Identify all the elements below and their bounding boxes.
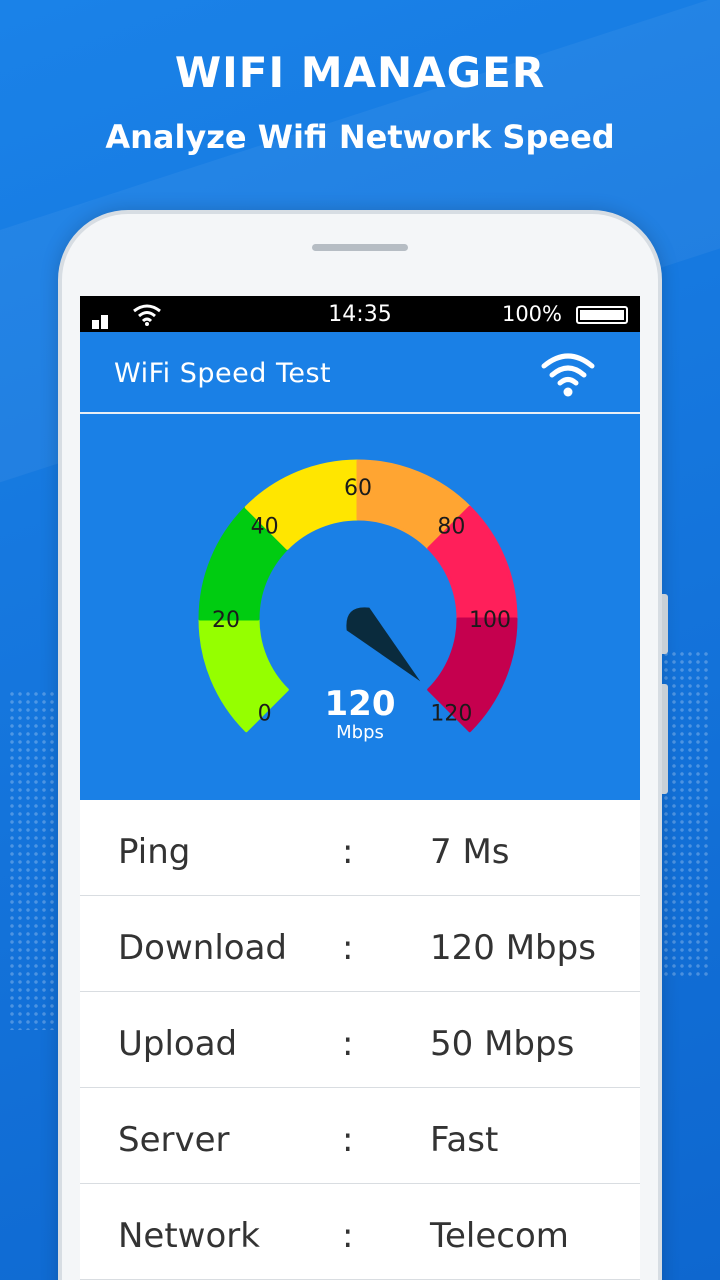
- gauge-tick-label: 60: [344, 476, 372, 501]
- speed-readout-value: 120: [324, 684, 396, 724]
- stat-row-download: Download : 120 Mbps: [80, 896, 640, 992]
- stat-row-network: Network : Telecom: [80, 1184, 640, 1280]
- stat-value: Fast: [430, 1120, 499, 1160]
- stat-separator: :: [342, 928, 354, 968]
- stat-separator: :: [342, 1216, 354, 1256]
- background-dots-right: [662, 650, 712, 980]
- wifi-icon[interactable]: [540, 350, 596, 398]
- stat-row-server: Server : Fast: [80, 1088, 640, 1184]
- phone-side-button: [662, 594, 668, 654]
- gauge-tick-label: 100: [469, 608, 511, 633]
- app-title: WiFi Speed Test: [114, 358, 332, 389]
- stat-label: Ping: [118, 832, 191, 872]
- speed-readout-unit: Mbps: [336, 722, 384, 743]
- background-dots-left: [8, 690, 58, 1030]
- stat-value: 120 Mbps: [430, 928, 596, 968]
- app-bar: WiFi Speed Test: [80, 332, 640, 414]
- stat-row-ping: Ping : 7 Ms: [80, 800, 640, 896]
- stat-row-upload: Upload : 50 Mbps: [80, 992, 640, 1088]
- stat-value: 7 Ms: [430, 832, 510, 872]
- stats-list: Ping : 7 Ms Download : 120 Mbps Upload :…: [80, 800, 640, 1280]
- stat-value: 50 Mbps: [430, 1024, 575, 1064]
- gauge-segment: [198, 617, 289, 733]
- promo-headline: WIFI MANAGER: [174, 48, 546, 97]
- battery-percent: 100%: [501, 302, 562, 326]
- promo-subheadline: Analyze Wifi Network Speed: [105, 118, 615, 156]
- phone-speaker: [312, 244, 408, 251]
- status-bar: 14:35 100%: [80, 296, 640, 332]
- stat-separator: :: [342, 832, 354, 872]
- gauge-tick-label: 20: [212, 608, 240, 633]
- stat-separator: :: [342, 1120, 354, 1160]
- speed-gauge-panel: 0 20 40 60 80 100 120 120 Mbps: [80, 414, 640, 800]
- phone-screen: 14:35 100% WiFi Speed Test 0 20 40 60 80 100 1…: [80, 296, 640, 1280]
- stat-label: Upload: [118, 1024, 238, 1064]
- gauge-tick-label: 0: [258, 701, 272, 726]
- phone-side-button: [662, 684, 668, 794]
- stat-separator: :: [342, 1024, 354, 1064]
- gauge-needle: [346, 607, 421, 682]
- stat-value: Telecom: [430, 1216, 569, 1256]
- stat-label: Network: [118, 1216, 260, 1256]
- gauge-tick-label: 120: [430, 701, 472, 726]
- stat-label: Server: [118, 1120, 230, 1160]
- gauge-tick-label: 40: [251, 515, 279, 540]
- gauge-tick-label: 80: [437, 515, 465, 540]
- battery-icon: [576, 306, 628, 324]
- stat-label: Download: [118, 928, 288, 968]
